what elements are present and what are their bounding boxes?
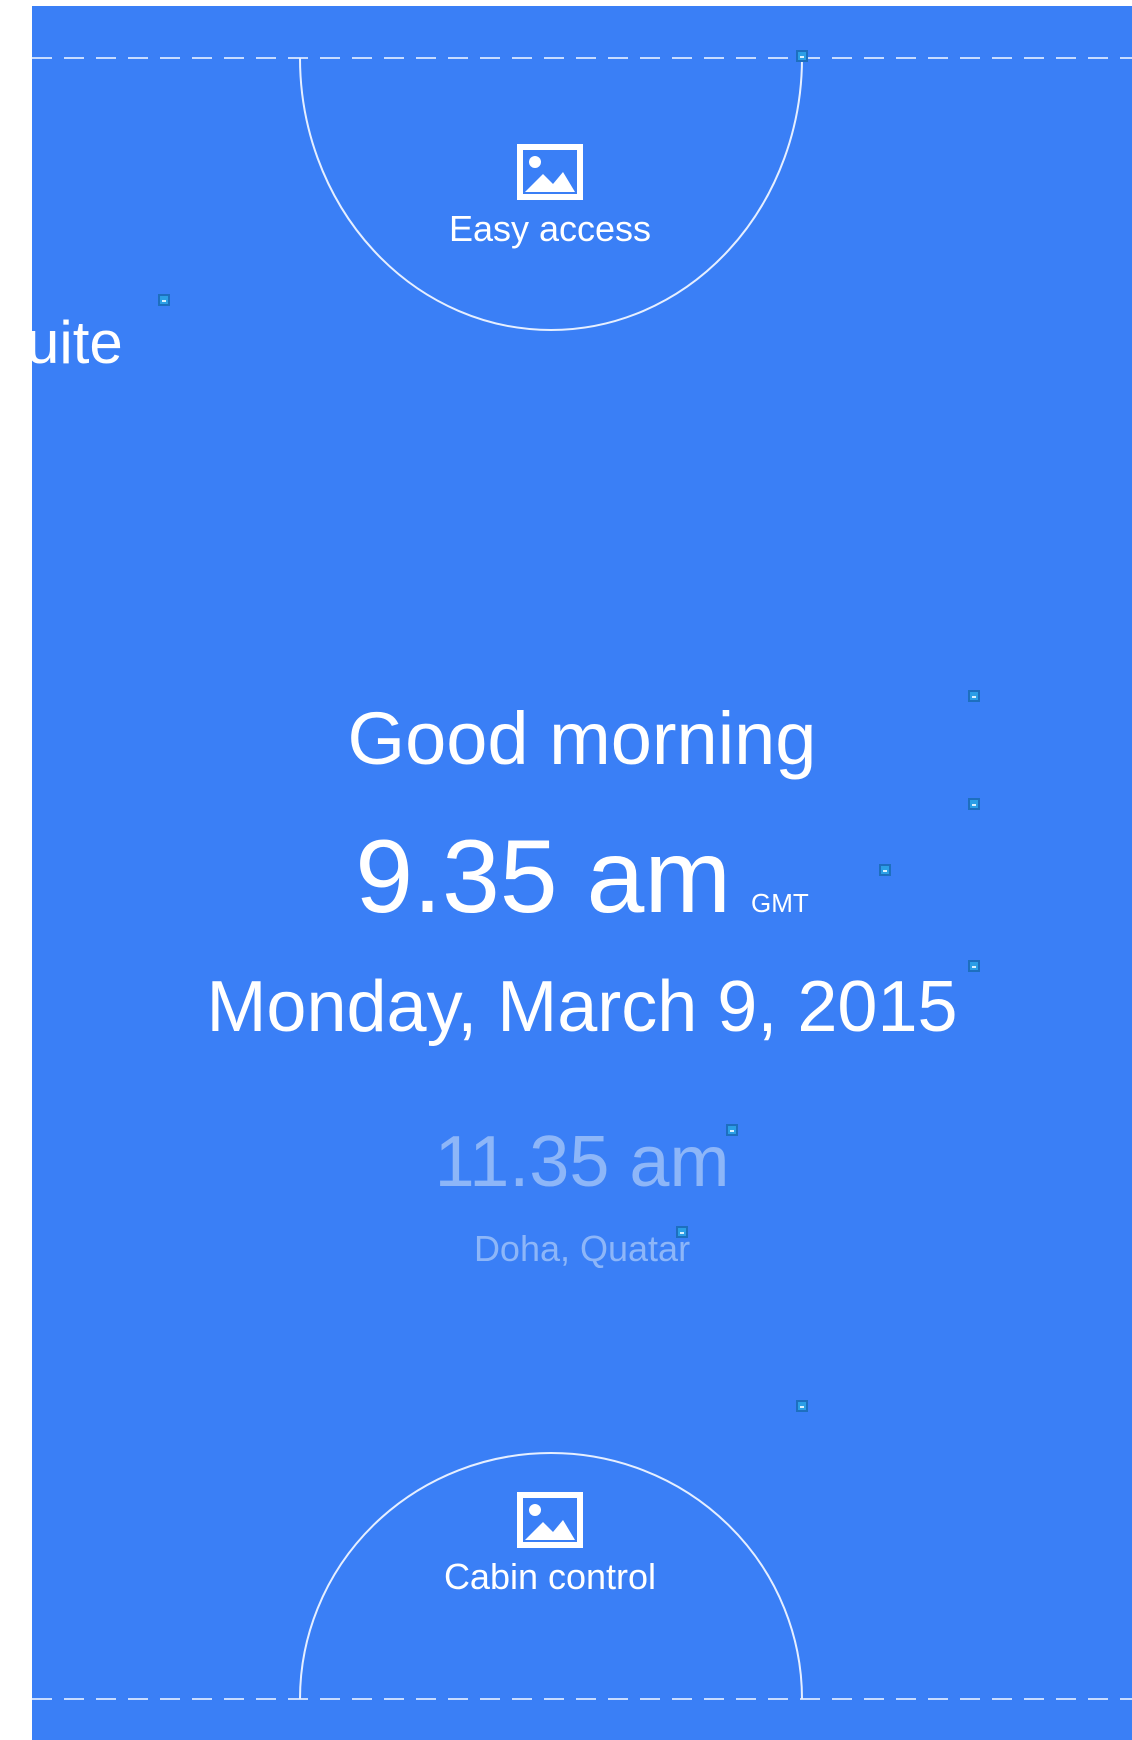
partial-title: uite <box>32 309 123 376</box>
current-date: Monday, March 9, 2015 <box>206 967 958 1047</box>
greeting-text: Good morning <box>347 697 817 780</box>
timezone-label: GMT <box>751 888 809 918</box>
selection-marker[interactable] <box>968 798 980 810</box>
cabin-control-label: Cabin control <box>443 1556 657 1597</box>
current-time: 9.35 am <box>355 819 731 935</box>
current-time-row: 9.35 am GMT <box>32 818 1132 937</box>
selection-marker[interactable] <box>796 50 808 62</box>
secondary-time: 11.35 am <box>434 1122 730 1202</box>
easy-access-label: Easy access <box>448 208 652 249</box>
image-icon <box>517 144 583 200</box>
selection-marker[interactable] <box>158 294 170 306</box>
home-panel: uite Easy access Good morning 9.35 am GMT… <box>32 6 1132 1740</box>
cabin-control-button[interactable]: Cabin control <box>300 1492 800 1598</box>
selection-marker[interactable] <box>796 1400 808 1412</box>
image-icon <box>517 1492 583 1548</box>
secondary-location: Doha, Quatar <box>473 1228 691 1269</box>
easy-access-button[interactable]: Easy access <box>300 144 800 250</box>
